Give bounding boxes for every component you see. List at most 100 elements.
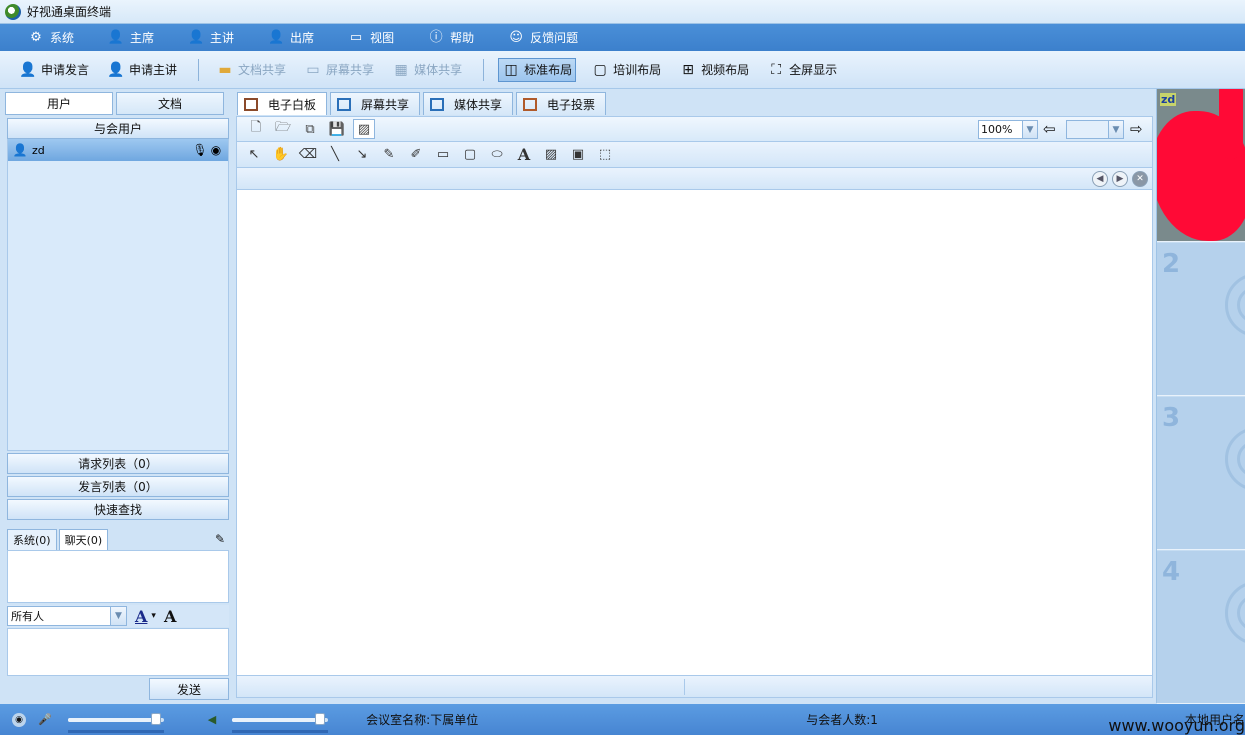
tab-whiteboard[interactable]: 电子白板 (237, 92, 328, 115)
layout-standard-icon: ◫ (504, 61, 518, 78)
menu-attend[interactable]: 👤 出席 (268, 29, 314, 46)
request-speak-button[interactable]: 👤 申请发言 (16, 58, 92, 82)
pen-icon[interactable]: ✎ (378, 145, 400, 165)
copy-icon[interactable]: ⧉ (299, 119, 321, 139)
video-feed-overlay (1219, 89, 1243, 159)
fullscreen-button[interactable]: ⛶ 全屏显示 (764, 58, 840, 82)
video-slot-1[interactable]: zd (1157, 89, 1245, 242)
highlighter-icon[interactable]: ✐ (405, 145, 427, 165)
feedback-icon: ☺ (509, 30, 523, 45)
rectangle-icon[interactable]: ▭ (432, 145, 454, 165)
video-slot-4[interactable]: 4 (1157, 551, 1245, 704)
send-button[interactable]: 发送 (149, 678, 229, 700)
zoom-select[interactable]: 100% ▼ (978, 120, 1038, 139)
hand-icon[interactable]: ✋ (270, 145, 292, 165)
select-arrow-icon[interactable]: ↖ (243, 145, 265, 165)
video-layout-button[interactable]: ⊞ 视频布局 (676, 58, 752, 82)
close-icon[interactable]: ✕ (1132, 170, 1148, 187)
previous-icon[interactable]: ◀ (1092, 170, 1108, 187)
chevron-down-icon: ▼ (1022, 121, 1037, 138)
chevron-down-icon: ▼ (110, 607, 126, 625)
standard-layout-button[interactable]: ◫ 标准布局 (498, 57, 577, 82)
screen-icon: ▭ (306, 61, 320, 78)
chat-input[interactable] (7, 628, 229, 676)
font-button[interactable]: A (164, 607, 176, 626)
tab-screen-share[interactable]: 屏幕共享 (330, 92, 421, 115)
whiteboard-status-bar (236, 676, 1153, 698)
recipient-select[interactable]: 所有人 ▼ (7, 606, 127, 626)
status-divider (684, 679, 685, 695)
menu-chair[interactable]: 👤 主席 (108, 29, 154, 46)
save-icon[interactable]: 💾 (326, 119, 348, 139)
whiteboard-icon (244, 97, 258, 111)
eraser-icon[interactable]: ⌫ (297, 145, 319, 165)
tab-voting[interactable]: 电子投票 (516, 92, 607, 115)
app-logo-icon (5, 3, 21, 20)
doc-share-button[interactable]: ▬ 文档共享 (213, 58, 289, 82)
tab-documents[interactable]: 文档 (116, 92, 224, 115)
slot-number: 2 (1162, 249, 1181, 279)
tab-system-messages[interactable]: 系统(0) (7, 529, 57, 550)
mic-volume-knob[interactable] (151, 712, 162, 725)
chat-tabs: 系统(0) 聊天(0) ✎ (7, 528, 229, 550)
previous-page-icon[interactable]: ⇦ (1043, 120, 1056, 138)
window-title-bar: 好视通桌面终端 (0, 0, 1245, 24)
video-slot-2[interactable]: 2 (1157, 243, 1245, 396)
speaker-volume-slider[interactable] (232, 712, 329, 733)
monitor-icon: ▭ (349, 30, 363, 45)
menu-view[interactable]: ▭ 视图 (348, 29, 394, 46)
screen-share-button[interactable]: ▭ 屏幕共享 (301, 58, 377, 82)
region-capture-icon[interactable]: ⬚ (594, 145, 616, 165)
ellipse-icon[interactable]: ⬭ (486, 145, 508, 165)
user-row[interactable]: 👤 zd 🎙 ◉ (8, 139, 228, 161)
media-share-button[interactable]: ▦ 媒体共享 (389, 58, 465, 82)
gear-icon: ⚙ (30, 30, 42, 45)
font-color-button[interactable]: A (135, 607, 147, 626)
menu-presenter[interactable]: 👤 主讲 (188, 29, 234, 46)
tab-chat[interactable]: 聊天(0) (58, 529, 109, 550)
camera-icon[interactable]: ◉ (208, 143, 224, 157)
center-panel: 电子白板 屏幕共享 媒体共享 电子投票 🗋 🗁 ⧉ 💾 ▨ 100% ▼ ⇦ ▼… (236, 92, 1153, 702)
tab-users[interactable]: 用户 (5, 92, 113, 115)
training-layout-button[interactable]: ▢ 培训布局 (588, 58, 664, 82)
mic-volume-fill (67, 717, 157, 722)
settings-icon[interactable]: ◉ (12, 712, 26, 727)
insert-image-icon[interactable]: ▨ (540, 145, 562, 165)
request-present-button[interactable]: 👤 申请主讲 (104, 58, 180, 82)
speaker-level-meter (232, 729, 329, 733)
screenshot-icon[interactable]: ▣ (567, 145, 589, 165)
rounded-rectangle-icon[interactable]: ▢ (459, 145, 481, 165)
menu-help[interactable]: ⓘ 帮助 (428, 29, 475, 46)
tab-media-share[interactable]: 媒体共享 (423, 92, 514, 115)
line-icon[interactable]: ╲ (324, 145, 346, 165)
page-select[interactable]: ▼ (1066, 120, 1124, 139)
video-user-label: zd (1160, 93, 1177, 106)
mic-volume-slider[interactable] (67, 712, 164, 733)
attendee-count: 与会者人数:1 (806, 713, 878, 727)
video-slot-3[interactable]: 3 (1157, 397, 1245, 550)
open-folder-icon[interactable]: 🗁 (272, 119, 294, 139)
attendees-button[interactable]: 与会用户 (7, 118, 229, 139)
menu-system[interactable]: ⚙ 系统 (28, 29, 74, 46)
arrow-line-icon[interactable]: ↘ (351, 145, 373, 165)
speaker-icon[interactable]: ◀ (208, 713, 216, 726)
text-icon[interactable]: A (513, 145, 535, 165)
speak-list-button[interactable]: 发言列表（0） (7, 476, 229, 497)
film-icon: ▦ (394, 61, 408, 78)
request-list-button[interactable]: 请求列表（0） (7, 453, 229, 474)
next-page-icon[interactable]: ⇨ (1130, 120, 1143, 138)
new-page-icon[interactable]: 🗋 (245, 119, 267, 139)
menu-feedback[interactable]: ☺ 反馈问题 (508, 29, 578, 46)
quick-search-button[interactable]: 快速查找 (7, 499, 229, 520)
clear-chat-icon[interactable]: ✎ (215, 532, 225, 546)
next-icon[interactable]: ▶ (1112, 170, 1128, 187)
layout-training-icon: ▢ (593, 61, 607, 78)
speaker-volume-knob[interactable] (315, 712, 326, 725)
left-tabs: 用户 文档 (5, 92, 231, 116)
attend-user-icon: 👤 (267, 30, 285, 45)
font-color-dropdown-icon[interactable]: ▾ (151, 611, 156, 621)
image-icon[interactable]: ▨ (353, 119, 375, 139)
microphone-icon[interactable]: 🎤 (38, 713, 52, 726)
whiteboard-canvas[interactable] (236, 190, 1153, 676)
microphone-icon[interactable]: 🎙 (192, 143, 208, 157)
